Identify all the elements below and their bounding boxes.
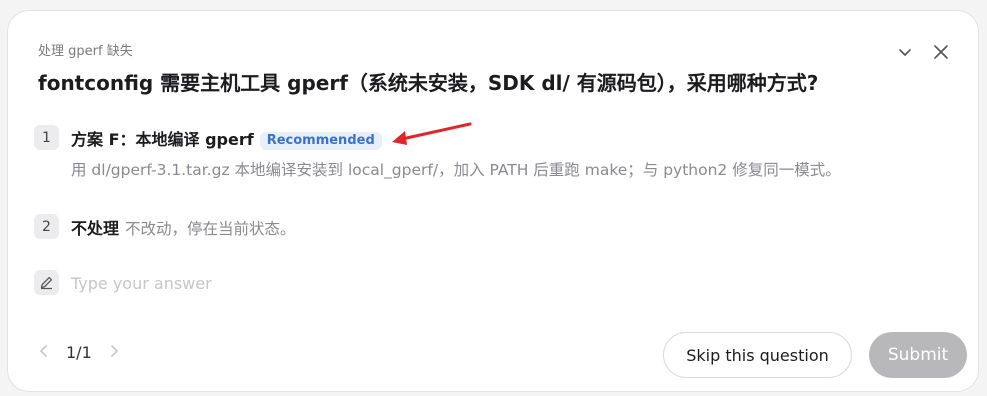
chevron-right-icon — [110, 345, 118, 357]
page-indicator: 1/1 — [66, 343, 92, 362]
question-card: 处理 gperf 缺失 fontconfig 需要主机工具 gperf（系统未安… — [7, 10, 979, 392]
close-icon — [934, 45, 948, 59]
option-title: 不处理 — [71, 219, 120, 238]
prev-page-button[interactable] — [38, 343, 50, 362]
question-title: fontconfig 需要主机工具 gperf（系统未安装，SDK dl/ 有源… — [38, 71, 819, 95]
pager: 1/1 — [38, 343, 120, 362]
option-title: 方案 F：本地编译 gperf — [71, 130, 254, 149]
option-description: 不改动，停在当前状态。 — [125, 220, 296, 238]
chevron-left-icon — [40, 345, 47, 357]
question-eyebrow: 处理 gperf 缺失 — [38, 44, 133, 59]
close-button[interactable] — [930, 41, 952, 63]
option-number: 1 — [34, 125, 59, 150]
option-title-line: 方案 F：本地编译 gperf Recommended — [71, 126, 382, 150]
recommended-badge: Recommended — [259, 132, 382, 150]
option-title-line: 不处理 不改动，停在当前状态。 — [71, 215, 296, 239]
option-description: 用 dl/gperf-3.1.tar.gz 本地编译安装到 local_gper… — [71, 161, 841, 179]
collapse-button[interactable] — [894, 41, 916, 63]
card-controls — [894, 41, 952, 63]
option-number: 2 — [34, 214, 59, 239]
pencil-icon — [40, 276, 53, 290]
annotation-arrow-icon — [392, 122, 472, 145]
next-page-button[interactable] — [108, 343, 120, 362]
skip-question-button[interactable]: Skip this question — [663, 332, 852, 378]
chevron-down-icon — [899, 49, 911, 56]
answer-icon-box — [34, 270, 59, 295]
submit-button[interactable]: Submit — [869, 332, 967, 378]
answer-input[interactable] — [71, 270, 891, 296]
